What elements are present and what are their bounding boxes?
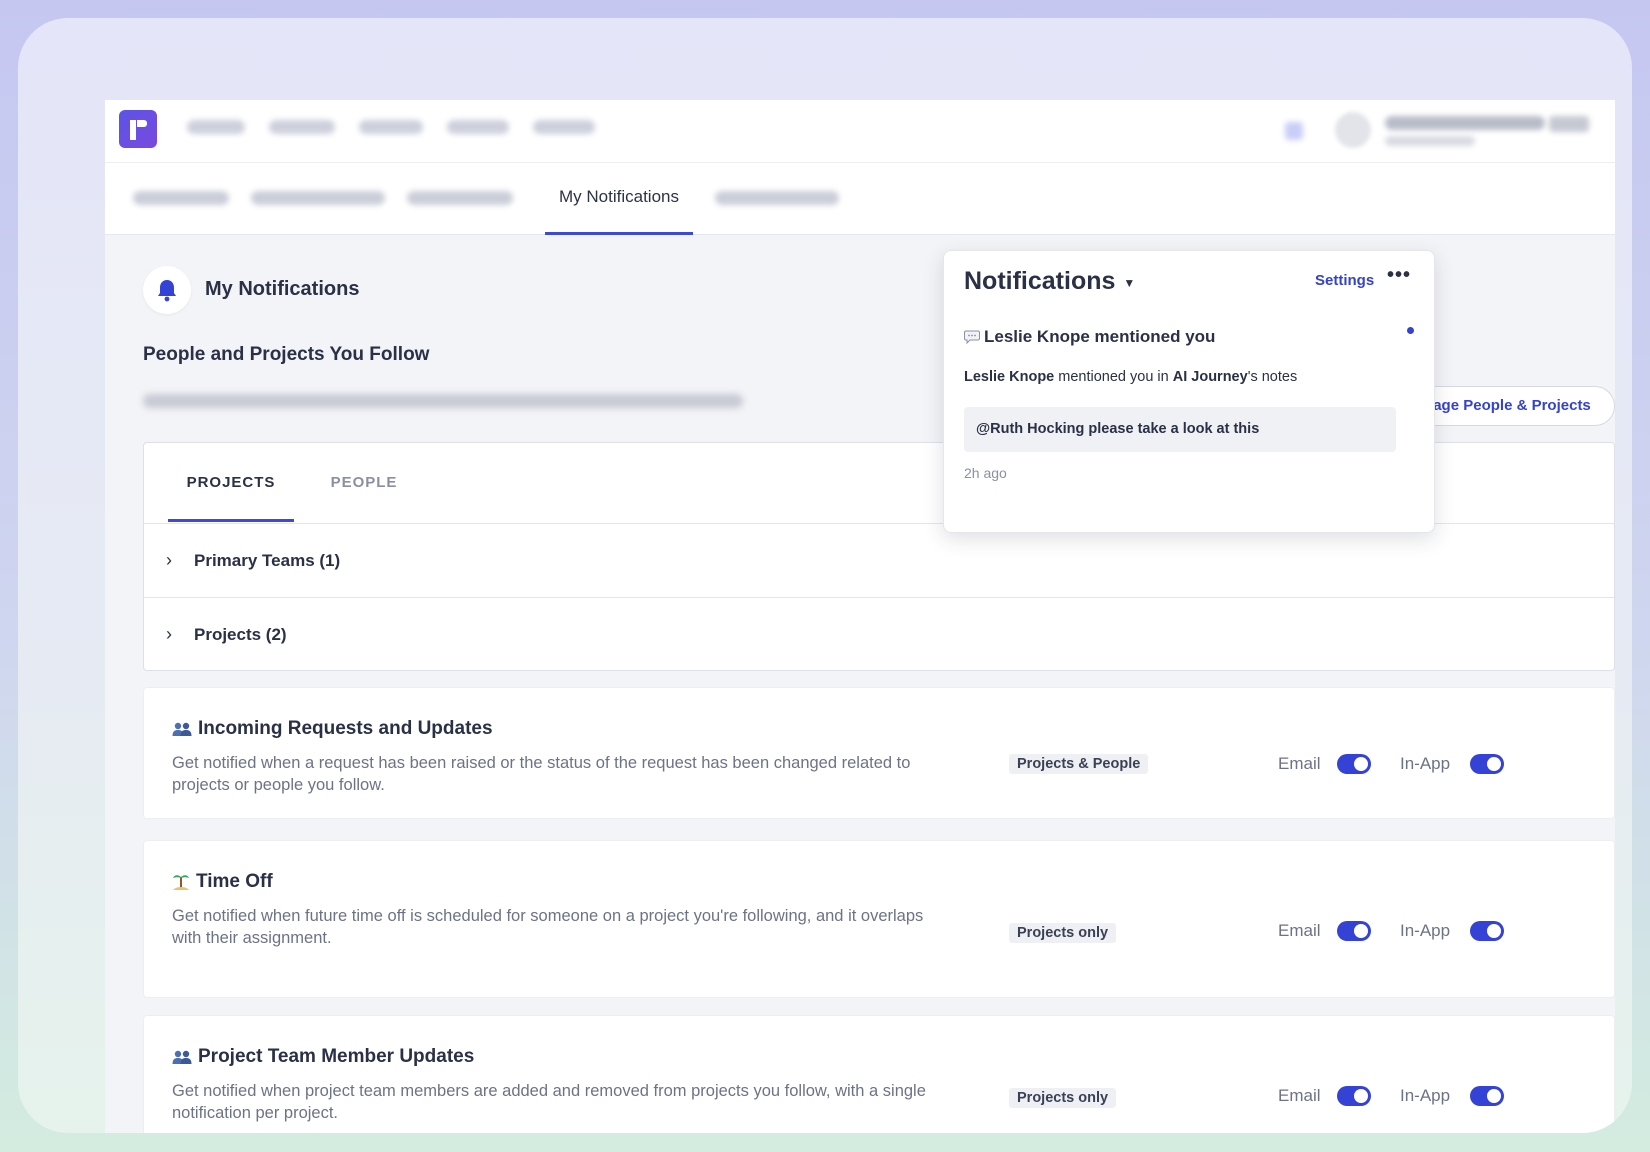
tab-blurred[interactable] — [705, 163, 849, 235]
section-description-blurred — [143, 394, 743, 408]
people-icon — [172, 722, 192, 736]
tab-blurred[interactable] — [397, 163, 523, 235]
notification-body: Leslie Knope mentioned you in AI Journey… — [964, 369, 1297, 385]
tab-blurred[interactable] — [241, 163, 395, 235]
main-nav-links — [187, 120, 595, 134]
bell-badge — [143, 266, 191, 314]
chevron-right-icon[interactable]: › — [166, 624, 172, 645]
list-item-projects[interactable]: › Projects (2) — [144, 598, 1614, 672]
screenshot-frame: My Notifications My Notifications People… — [18, 18, 1632, 1133]
app-window: My Notifications My Notifications People… — [105, 100, 1615, 1133]
tab-projects[interactable]: PROJECTS — [168, 443, 294, 522]
tab-my-notifications[interactable]: My Notifications — [545, 163, 693, 235]
body-suffix: 's notes — [1247, 369, 1298, 385]
app-logo-icon[interactable] — [119, 110, 157, 148]
scope-badge: Projects only — [1009, 1088, 1117, 1108]
people-icon — [172, 1050, 192, 1064]
notification-heading[interactable]: Leslie Knope mentioned you — [964, 327, 1215, 347]
user-badge-blurred — [1549, 116, 1589, 132]
author-name: Leslie Knope — [964, 369, 1055, 385]
toggle-knob — [1487, 924, 1501, 938]
scope-badge: Projects & People — [1009, 754, 1149, 774]
section-title: People and Projects You Follow — [143, 344, 430, 365]
nav-link-blurred[interactable] — [533, 120, 595, 134]
popover-title-dropdown[interactable]: Notifications ▼ — [964, 267, 1135, 296]
island-icon — [173, 875, 189, 890]
user-subtitle-blurred — [1385, 136, 1475, 146]
toggle-knob — [1487, 1089, 1501, 1103]
notification-heading-text: Leslie Knope mentioned you — [984, 327, 1216, 346]
email-label: Email — [1278, 1086, 1321, 1105]
notification-timestamp: 2h ago — [964, 465, 1007, 481]
list-item-label: Projects (2) — [194, 625, 287, 644]
card-title-row: Project Team Member Updates — [172, 1046, 474, 1068]
nav-link-blurred[interactable] — [187, 120, 245, 134]
page-title: My Notifications — [205, 278, 360, 300]
popover-title: Notifications — [964, 267, 1116, 295]
notification-icon[interactable] — [1285, 122, 1303, 140]
settings-tabs: My Notifications — [105, 163, 1615, 235]
nav-link-blurred[interactable] — [359, 120, 423, 134]
card-description: Get notified when project team members a… — [172, 1082, 926, 1122]
avatar[interactable] — [1335, 112, 1371, 148]
card-title: Project Team Member Updates — [198, 1046, 475, 1067]
email-label: Email — [1278, 921, 1321, 940]
speech-bubble-icon — [964, 330, 980, 344]
card-title-row: Incoming Requests and Updates — [172, 718, 493, 740]
notification-setting-card: Incoming Requests and Updates Get notifi… — [143, 687, 1615, 819]
card-title-row: Time Off — [172, 871, 273, 893]
mention-quote: @Ruth Hocking please take a look at this — [964, 407, 1396, 452]
notification-setting-card: Project Team Member Updates Get notified… — [143, 1015, 1615, 1133]
inapp-label: In-App — [1400, 921, 1451, 940]
email-toggle[interactable] — [1337, 754, 1371, 774]
card-description: Get notified when a request has been rai… — [172, 754, 911, 794]
tab-people[interactable]: PEOPLE — [310, 443, 418, 522]
inapp-toggle[interactable] — [1470, 1086, 1504, 1106]
body-text: mentioned you in — [1058, 369, 1169, 385]
notifications-popover: Notifications ▼ Settings ••• Leslie Knop… — [943, 250, 1435, 533]
list-item-primary-teams[interactable]: › Primary Teams (1) — [144, 524, 1614, 598]
inapp-label: In-App — [1400, 1086, 1451, 1105]
scope-badge: Projects only — [1009, 923, 1117, 943]
inapp-toggle[interactable] — [1470, 921, 1504, 941]
popover-settings-link[interactable]: Settings — [1315, 272, 1374, 289]
email-toggle[interactable] — [1337, 1086, 1371, 1106]
inapp-toggle[interactable] — [1470, 754, 1504, 774]
tab-blurred[interactable] — [123, 163, 239, 235]
project-name[interactable]: AI Journey — [1173, 369, 1248, 385]
toggle-knob — [1354, 924, 1368, 938]
card-title: Time Off — [196, 871, 273, 892]
notification-setting-card: Time Off Get notified when future time o… — [143, 840, 1615, 998]
email-toggle[interactable] — [1337, 921, 1371, 941]
toggle-knob — [1354, 757, 1368, 771]
toggle-knob — [1487, 757, 1501, 771]
nav-link-blurred[interactable] — [447, 120, 509, 134]
card-description: Get notified when future time off is sch… — [172, 907, 924, 947]
top-nav — [105, 100, 1615, 163]
more-options-icon[interactable]: ••• — [1387, 264, 1411, 287]
inapp-label: In-App — [1400, 754, 1451, 773]
caret-down-icon[interactable]: ▼ — [1123, 276, 1135, 290]
card-title: Incoming Requests and Updates — [198, 718, 493, 739]
nav-link-blurred[interactable] — [269, 120, 335, 134]
user-name-blurred — [1385, 116, 1545, 130]
email-label: Email — [1278, 754, 1321, 773]
user-menu[interactable] — [1285, 112, 1615, 150]
unread-dot — [1407, 327, 1414, 334]
bell-icon — [158, 280, 176, 302]
toggle-knob — [1354, 1089, 1368, 1103]
chevron-right-icon[interactable]: › — [166, 550, 172, 571]
list-item-label: Primary Teams (1) — [194, 551, 341, 570]
